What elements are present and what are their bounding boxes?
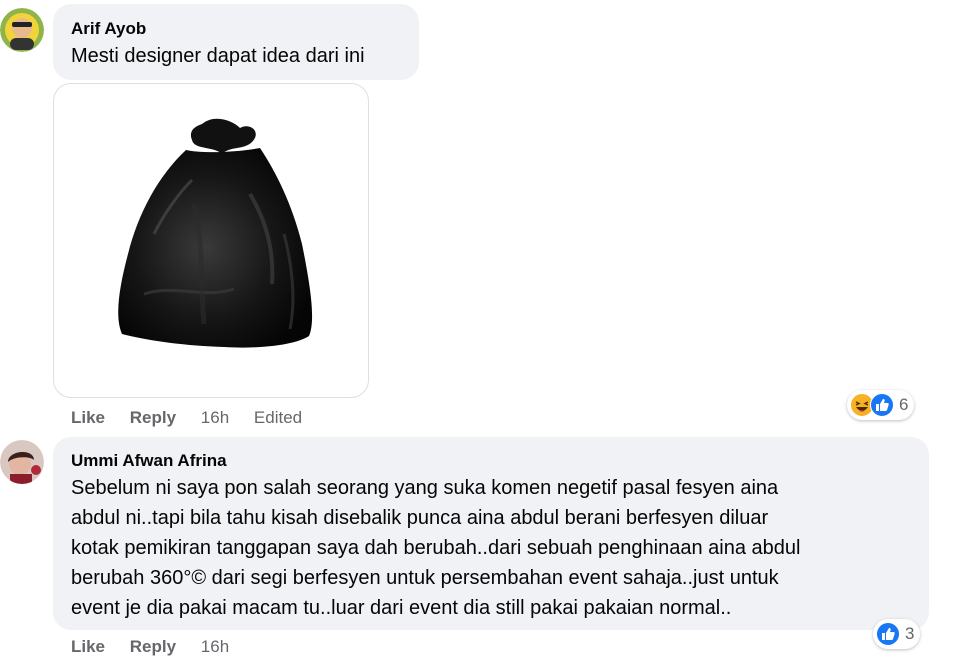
comment-text-line: berubah 360°© dari segi berfesyen untuk … <box>71 567 779 589</box>
reaction-count: 6 <box>899 395 909 414</box>
comment-image[interactable] <box>53 83 369 398</box>
avatar[interactable] <box>0 8 44 52</box>
avatar[interactable] <box>0 440 44 484</box>
reply-link[interactable]: Reply <box>130 408 176 428</box>
comment-text-line: event je dia pakai macam tu..luar dari e… <box>71 597 732 619</box>
like-link[interactable]: Like <box>71 408 105 428</box>
reaction-summary[interactable]: 6 <box>847 390 915 420</box>
comment-text-line: kotak pemikiran tanggapan saya dah berub… <box>71 537 801 559</box>
comment-text: Mesti designer dapat idea dari ini <box>71 45 365 67</box>
comment-text-line: Sebelum ni saya pon salah seorang yang s… <box>71 477 779 499</box>
comment-actions: Like Reply 16h <box>71 637 229 657</box>
reaction-count: 3 <box>905 624 915 643</box>
comment-time[interactable]: 16h <box>201 408 229 428</box>
comment-author[interactable]: Arif Ayob <box>71 19 146 39</box>
like-icon <box>870 393 894 417</box>
comment-author[interactable]: Ummi Afwan Afrina <box>71 451 227 471</box>
comment-actions: Like Reply 16h Edited <box>71 408 302 428</box>
comment-text: Sebelum ni saya pon salah seorang yang s… <box>71 473 800 623</box>
comment-text-line: abdul ni..tapi bila tahu kisah disebalik… <box>71 507 769 529</box>
like-link[interactable]: Like <box>71 637 105 657</box>
edited-label[interactable]: Edited <box>254 408 302 428</box>
reaction-summary[interactable]: 3 <box>873 619 921 649</box>
like-icon <box>876 622 900 646</box>
garbage-bag-image <box>118 118 313 348</box>
comment-time[interactable]: 16h <box>201 637 229 657</box>
reply-link[interactable]: Reply <box>130 637 176 657</box>
